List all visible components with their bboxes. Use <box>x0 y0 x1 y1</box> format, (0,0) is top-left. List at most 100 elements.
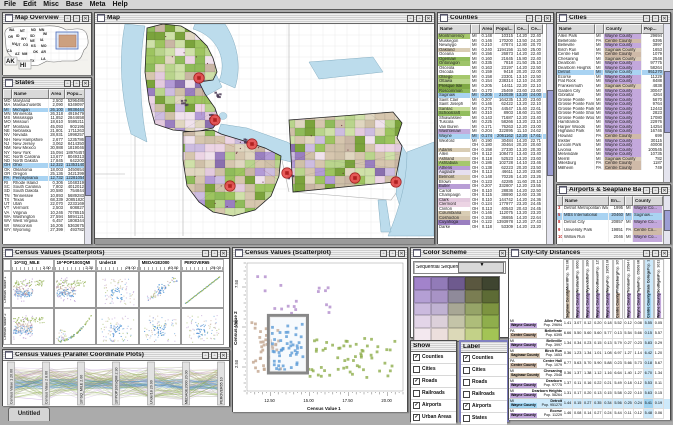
column-header[interactable]: County <box>633 196 663 206</box>
vertical-scrollbar[interactable] <box>663 24 670 182</box>
distances-column-header[interactable]: Wayne CountyWoodhavenPop. 12530 MI <box>593 259 603 319</box>
scatterplot[interactable]: 12.5015.0017.5020.002.505.007.50Census V… <box>233 259 407 412</box>
maximize-button[interactable]: ▫ <box>389 250 396 257</box>
checkbox-row-states[interactable]: States <box>461 413 507 425</box>
overview-us-map[interactable]: WAMTNDMNORIDSDWINVWYNEIACAUTCOKSMOAZNMOK… <box>3 24 91 75</box>
column-header[interactable]: Name <box>563 196 609 206</box>
color-swatch[interactable] <box>465 315 482 328</box>
airport-marker[interactable] <box>247 139 257 149</box>
column-header[interactable]: Name <box>557 24 595 34</box>
maximize-button[interactable]: ▫ <box>652 15 659 22</box>
scrollbar-thumb[interactable] <box>547 90 553 176</box>
color-scheme-dropdown[interactable]: Sequential Sequential Non-Gray ... ▼ <box>413 261 506 274</box>
distances-row[interactable]: MIDearbornWayne CountyPop. 977751.370.11… <box>509 379 670 389</box>
maximize-button[interactable]: ▫ <box>535 15 542 22</box>
scatter-titlebar[interactable]: Census Values (Scatterplot) ▫ ▫ ✕ <box>233 248 407 259</box>
minimize-button[interactable]: ▫ <box>643 250 650 257</box>
airport-marker[interactable] <box>225 181 235 191</box>
minimize-button[interactable]: ▫ <box>64 15 71 22</box>
distances-row[interactable]: MIAllen ParkWayne CountyPop. 296941.413.… <box>509 319 670 329</box>
checkbox[interactable] <box>413 366 420 373</box>
distances-row[interactable]: MIDearborn HeightsWayne CountyPop. 58264… <box>509 389 670 399</box>
map-titlebar[interactable]: Map ▫ ▫ ✕ <box>95 13 434 24</box>
table-row[interactable]: 8Detroit City20857MIWayne Co... <box>557 220 670 227</box>
column-header[interactable] <box>3 89 12 99</box>
distances-row[interactable]: MIChesaningSaginaw CountyPop. 25480.361.… <box>509 369 670 379</box>
checkbox[interactable]: ✓ <box>463 355 470 362</box>
checkbox-row-cities[interactable]: Cities <box>411 364 456 376</box>
checkbox[interactable] <box>463 415 470 422</box>
menu-file[interactable]: File <box>4 1 16 8</box>
checkbox[interactable] <box>413 390 420 397</box>
spm-cell[interactable] <box>54 271 97 308</box>
spm-cell[interactable] <box>139 308 182 345</box>
spm-cell[interactable] <box>11 271 54 308</box>
airport-marker[interactable] <box>282 168 292 178</box>
color-swatch[interactable] <box>448 315 465 328</box>
distances-column-header[interactable]: Wayne CountyWestlandPop. 86602 MI <box>573 259 583 319</box>
maximize-button[interactable]: ▫ <box>652 187 659 194</box>
distances-column-header[interactable]: Wayne CountyWaynePop. 19051 MI <box>603 259 613 319</box>
spm-column-header[interactable]: Under1820.00 <box>96 259 139 271</box>
label-titlebar[interactable]: Label <box>461 342 507 353</box>
checkbox-row-roads[interactable]: ✓Roads <box>411 376 456 388</box>
spm-cell[interactable] <box>11 308 54 345</box>
color-swatch[interactable] <box>482 277 499 290</box>
column-header[interactable]: Ce... <box>515 24 529 34</box>
spm-column-header[interactable]: MEDAGE200040.00 <box>139 259 182 271</box>
minimize-button[interactable]: ▫ <box>643 187 650 194</box>
minimize-button[interactable]: ▫ <box>407 15 414 22</box>
checkbox[interactable]: ✓ <box>463 403 470 410</box>
maximize-button[interactable]: ▫ <box>73 15 80 22</box>
cities-titlebar[interactable]: Cities ▫ ▫ ✕ <box>557 13 670 24</box>
checkbox[interactable]: ✓ <box>413 354 420 361</box>
checkbox[interactable]: ✓ <box>413 378 420 385</box>
airport-marker[interactable] <box>391 177 401 187</box>
checkbox-row-counties[interactable]: ✓Counties <box>461 353 507 365</box>
scatterplot-matrix[interactable]: 10^SQ_MILE2.0010^POP100SQMI2.30Under1820… <box>3 259 229 347</box>
color-swatch[interactable] <box>465 303 482 316</box>
vertical-scrollbar[interactable] <box>546 24 553 244</box>
checkbox-row-counties[interactable]: ✓Counties <box>411 352 456 364</box>
distances-row[interactable]: PABellefonteCentre CountyPop. 63956.665.… <box>509 329 670 339</box>
color-swatch[interactable] <box>465 290 482 303</box>
spm-column-header[interactable]: PEROVER6520.00 <box>181 259 224 271</box>
airports-titlebar[interactable]: Airports & Seaplane Bases ▫ ▫ ✕ <box>557 185 670 196</box>
color-scheme-grid[interactable] <box>413 276 500 342</box>
column-header[interactable]: Popul... <box>494 24 515 34</box>
counties-titlebar[interactable]: Counties ▫ ▫ ✕ <box>438 13 553 24</box>
spm-titlebar[interactable]: Census Values (Scatterplots) ▫ ▫ ✕ <box>3 248 229 259</box>
spm-cell[interactable] <box>139 271 182 308</box>
menu-help[interactable]: Help <box>113 1 128 8</box>
color-swatch[interactable] <box>414 277 431 290</box>
close-button[interactable]: ✕ <box>220 250 227 257</box>
minimize-button[interactable]: ▫ <box>380 250 387 257</box>
menu-base[interactable]: Base <box>66 1 83 8</box>
pcp-svg[interactable]: Census Value 1 20.00Census Value 2 8.001… <box>3 361 229 406</box>
close-button[interactable]: ✕ <box>544 15 551 22</box>
checkbox-row-airports[interactable]: ✓Airports <box>411 400 456 412</box>
maximize-button[interactable]: ▫ <box>416 15 423 22</box>
column-header[interactable]: Pop... <box>642 24 664 34</box>
map-svg[interactable] <box>95 24 434 238</box>
column-header[interactable]: Ce... <box>529 24 543 34</box>
document-tab[interactable]: Untitled <box>8 407 50 421</box>
distances-column-header[interactable]: Centre CountyPhilipsburgPop. 3056 PA <box>613 259 623 319</box>
show-titlebar[interactable]: Show <box>411 341 456 352</box>
checkbox-row-cities[interactable]: Cities <box>461 365 507 377</box>
airport-marker[interactable] <box>350 173 360 183</box>
distances-column-header[interactable]: Wayne CountySouthgatePop. 30136 MI <box>654 259 664 319</box>
airport-marker[interactable] <box>194 73 204 83</box>
distances-titlebar[interactable]: City-City Distances ▫ ▫ ✕ <box>509 248 670 259</box>
vertical-scrollbar[interactable] <box>84 89 91 244</box>
menu-misc[interactable]: Misc <box>43 1 59 8</box>
color-swatch[interactable] <box>431 303 448 316</box>
checkbox-row-roads[interactable]: Roads <box>461 377 507 389</box>
close-button[interactable]: ✕ <box>661 250 668 257</box>
menu-edit[interactable]: Edit <box>23 1 36 8</box>
close-button[interactable]: ✕ <box>82 80 89 87</box>
distances-column-header[interactable]: Centre CountyState CollegePop. 38420 PA <box>644 259 654 319</box>
close-button[interactable]: ✕ <box>661 187 668 194</box>
color-swatch[interactable] <box>414 315 431 328</box>
minimize-button[interactable]: ▫ <box>202 352 209 359</box>
